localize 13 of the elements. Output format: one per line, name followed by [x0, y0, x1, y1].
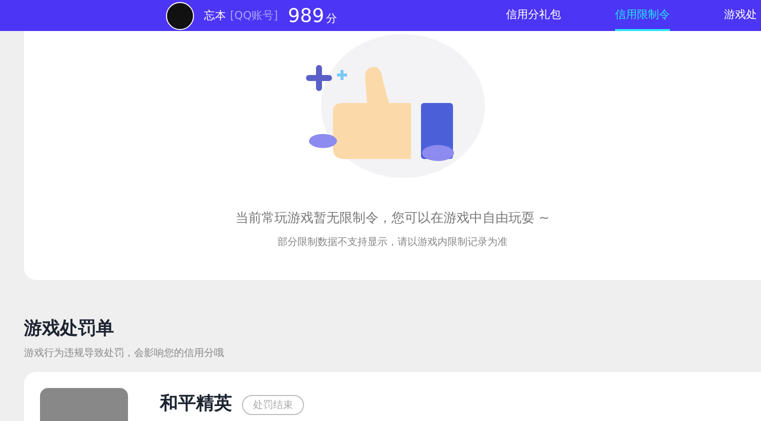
credit-score: 989	[288, 4, 324, 26]
game-title: 和平精英	[160, 394, 232, 416]
nav-tab[interactable]: 信用分礼包	[506, 0, 561, 31]
account-type: [QQ账号]	[230, 8, 278, 23]
avatar[interactable]	[166, 2, 194, 30]
score-unit: 分	[326, 10, 338, 26]
note-text: 部分限制数据不支持显示，请以游戏内限制记录为准	[278, 236, 508, 249]
user-name: 忘本	[204, 8, 226, 23]
empty-message: 当前常玩游戏暂无限制令，您可以在游戏中自由玩耍 ~	[235, 210, 550, 227]
section-subtitle: 游戏行为违规导致处罚，会影响您的信用分哦	[24, 346, 225, 360]
section-title: 游戏处罚单	[24, 317, 115, 340]
nav-tab[interactable]: 游戏处	[724, 0, 757, 31]
status-tag: 处罚结束	[242, 395, 304, 415]
